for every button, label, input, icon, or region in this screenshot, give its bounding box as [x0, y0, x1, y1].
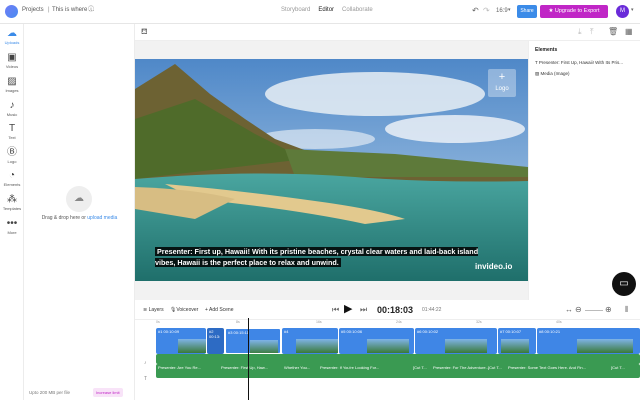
scene-clip[interactable]: #8 00:10:21 — [537, 328, 640, 354]
rail-item-uploads[interactable]: ☁ Uploads — [0, 28, 24, 45]
arrange-down-icon[interactable]: ⤓ — [578, 28, 582, 36]
share-button[interactable]: Share — [517, 5, 537, 18]
voiceover-button[interactable]: 🎙Voiceover — [170, 307, 198, 313]
projects-link[interactable]: Projects — [22, 7, 44, 13]
rail-item-images[interactable]: ▨ Images — [0, 76, 24, 93]
video-preview[interactable]: + Logo Presenter: First up, Hawaii! With… — [135, 59, 528, 281]
logo-icon: Ⓑ — [7, 147, 17, 158]
upload-limit-text: Upto 200 MB per file — [29, 390, 71, 395]
drop-zone-text: Drag & drop here or upload media — [41, 215, 118, 221]
layers-button[interactable]: ≋ Layers — [143, 307, 164, 313]
app-logo-icon[interactable] — [5, 5, 18, 18]
tab-collaborate[interactable]: Collaborate — [342, 7, 373, 13]
fit-icon[interactable]: ↔ — [565, 306, 573, 314]
aspect-ratio-select[interactable]: 16:9 — [496, 8, 508, 14]
zoom-out-icon[interactable]: ⊖ — [575, 306, 582, 314]
audio-track[interactable]: Storyblock Audio 34676405 — [156, 354, 640, 368]
stage-toolbar: ⛾ ⤓ ⤒ 🗑 ▦ — [135, 24, 640, 41]
upload-media-link[interactable]: upload media — [87, 215, 117, 221]
caption-overlay[interactable]: Presenter: First up, Hawaii! With its pr… — [155, 247, 500, 268]
timeline-tracks: #1 00:10:09 #2 00:13: #3 00:15:11 #4 #5 … — [156, 328, 640, 400]
rail-item-elements[interactable]: ◔ Elements — [0, 170, 24, 187]
avatar-chevron-icon[interactable]: ▾ — [631, 8, 634, 13]
caption-track-icon[interactable]: T — [144, 376, 147, 382]
trash-icon[interactable]: 🗑 — [608, 28, 618, 36]
play-icon[interactable]: ▶ — [344, 304, 352, 315]
skip-forward-icon[interactable]: ⏭ — [360, 306, 367, 314]
text-icon: T — [8, 123, 16, 134]
undo-icon[interactable]: ↶ — [472, 7, 479, 15]
upgrade-to-export-button[interactable]: ★ Upgrade to Export — [540, 5, 608, 18]
avatar[interactable]: M — [616, 5, 629, 18]
redo-icon[interactable]: ↷ — [483, 7, 490, 15]
time-ruler: 0s 8s 16s 24s 32s 40s — [156, 320, 562, 324]
logo-placeholder[interactable]: Logo — [488, 86, 516, 92]
rail-item-more[interactable]: ••• More — [0, 218, 24, 235]
settings-icon[interactable]: ⦀ — [625, 306, 629, 314]
templates-icon: ⁂ — [7, 194, 17, 205]
scene-clip[interactable]: #3 00:15:11 — [225, 328, 281, 354]
current-time: 00:18:03 — [377, 305, 414, 315]
scene-clip[interactable]: #1 00:10:09 — [156, 328, 206, 354]
rail-item-videos[interactable]: ▣ Videos — [0, 52, 24, 69]
increase-limit-button[interactable]: Increase limit — [93, 388, 123, 397]
plus-icon: + — [498, 71, 506, 83]
watermark: invideo.io — [475, 262, 513, 271]
element-item-media[interactable]: ▨ Media (Image) — [535, 71, 570, 77]
mode-tabs: Storyboard Editor Collaborate — [281, 7, 373, 13]
rail-item-music[interactable]: ♪ Music — [0, 100, 24, 117]
chat-icon: ▭ — [619, 278, 629, 289]
rail-item-logo[interactable]: Ⓑ Logo — [0, 147, 24, 164]
grid-icon[interactable]: ▦ — [625, 28, 633, 36]
add-scene-button[interactable]: + Add Scene — [205, 307, 234, 313]
arrange-up-icon[interactable]: ⤒ — [590, 28, 594, 36]
element-item-presenter[interactable]: T Presenter: First Up, Hawaii! With Its … — [535, 60, 623, 65]
skip-back-icon[interactable]: ⏮ — [332, 306, 339, 314]
uploads-panel: ☁ Drag & drop here or upload media Upto … — [24, 24, 135, 400]
scene-clip[interactable]: #2 00:13: — [207, 328, 224, 354]
film-icon: ▣ — [7, 52, 17, 63]
rail-item-templates[interactable]: ⁂ Templates — [0, 194, 24, 211]
chevron-down-icon[interactable]: ▾ — [508, 8, 511, 13]
elements-panel: Elements T Presenter: First Up, Hawaii! … — [528, 41, 640, 300]
zoom-slider[interactable] — [585, 310, 603, 311]
more-icon: ••• — [6, 218, 18, 229]
timeline-toolbar: ≋ Layers 🎙Voiceover + Add Scene ⏮ ▶ ⏭ 00… — [135, 300, 640, 320]
total-duration: 01:44:22 — [422, 307, 442, 313]
bucket-fill-icon[interactable]: ⛾ — [141, 28, 148, 36]
tab-editor[interactable]: Editor — [318, 7, 334, 13]
zoom-in-icon[interactable]: ⊕ — [605, 306, 612, 314]
info-icon[interactable]: ⓘ — [88, 7, 94, 13]
chat-support-button[interactable]: ▭ — [612, 272, 636, 296]
left-rail: ☁ Uploads ▣ Videos ▨ Images ♪ Music T Text Ⓑ L… — [0, 24, 24, 400]
track-controls: ♪ T — [135, 320, 156, 400]
playhead[interactable] — [248, 318, 249, 400]
scene-clip[interactable]: #7 00:10:07 — [498, 328, 536, 354]
upload-cloud-icon[interactable]: ☁ — [66, 186, 92, 212]
scene-clip[interactable]: #4 — [282, 328, 338, 354]
scene-clip[interactable]: #5 00:10:06 — [339, 328, 414, 354]
elements-title: Elements — [535, 47, 558, 53]
music-track-icon[interactable]: ♪ — [144, 360, 147, 366]
cloud-icon: ☁ — [7, 28, 17, 39]
music-icon: ♪ — [9, 100, 15, 111]
elements-icon: ◔ — [8, 170, 16, 181]
scene-clip[interactable]: #6 00:10:02 — [415, 328, 497, 354]
caption-track[interactable]: Presenter: Are You Re... Presenter: Firs… — [156, 364, 640, 378]
rail-item-text[interactable]: T Text — [0, 123, 24, 140]
tab-storyboard[interactable]: Storyboard — [281, 7, 310, 13]
upgrade-label: Upgrade to Export — [554, 8, 600, 14]
image-icon: ▨ — [7, 76, 17, 87]
top-bar: Projects | This is where ... ⓘ Storyboar… — [0, 0, 640, 24]
